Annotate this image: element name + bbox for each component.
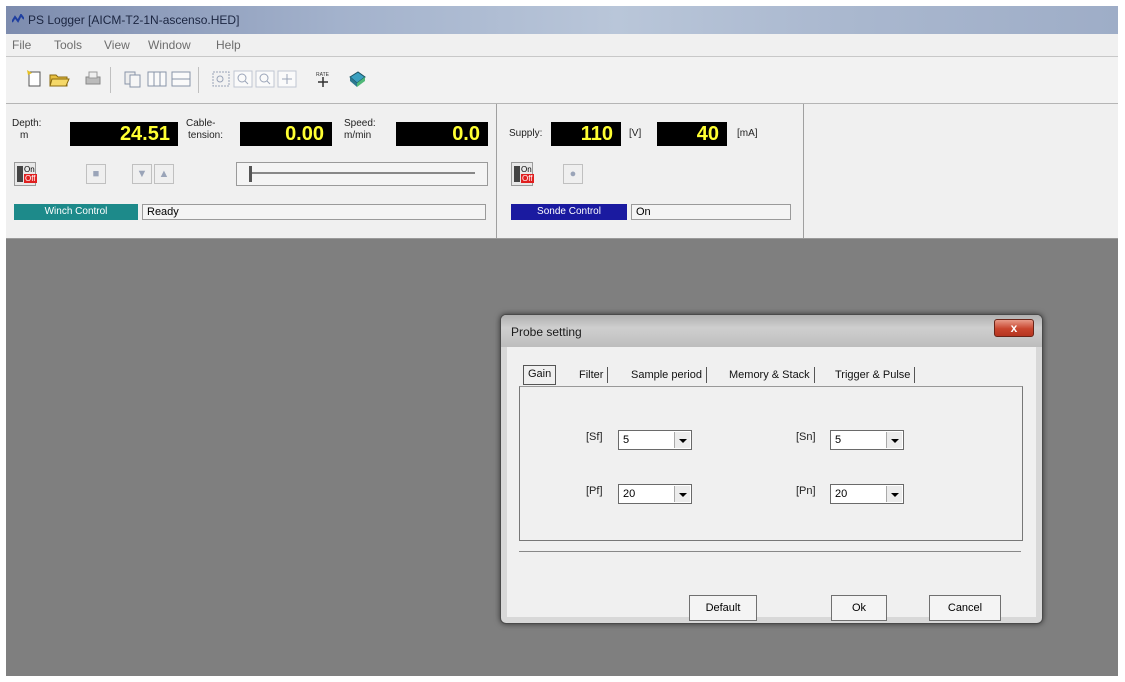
close-button[interactable]: x bbox=[994, 319, 1034, 337]
speed-slider[interactable] bbox=[236, 162, 488, 186]
dialog-separator bbox=[519, 551, 1021, 552]
pf-label: [Pf] bbox=[586, 485, 603, 497]
cable-tension-display: 0.00 bbox=[240, 122, 332, 146]
supply-label: Supply: bbox=[509, 128, 543, 139]
sn-label: [Sn] bbox=[796, 431, 816, 443]
new-icon[interactable] bbox=[24, 69, 46, 89]
current-display: 40 bbox=[657, 122, 727, 146]
depth-display: 24.51 bbox=[70, 122, 178, 146]
menu-tools[interactable]: Tools bbox=[54, 38, 82, 52]
record-button[interactable]: ● bbox=[563, 164, 583, 184]
slider-track bbox=[249, 172, 475, 174]
controls-area: Depth: m 24.51 Cable- tension: 0.00 Spee… bbox=[6, 104, 1118, 239]
chevron-down-icon[interactable] bbox=[674, 432, 690, 448]
tab-gain[interactable]: Gain bbox=[523, 365, 557, 385]
layout-icon[interactable] bbox=[146, 69, 168, 89]
print-icon[interactable] bbox=[82, 69, 104, 89]
sonde-panel: Supply: 110 [V] 40 [mA] On Off ● Sonde C… bbox=[497, 104, 804, 238]
tab-sample-period[interactable]: Sample period bbox=[627, 367, 707, 383]
voltage-unit: [V] bbox=[629, 128, 642, 139]
rate-icon[interactable]: RATE bbox=[312, 69, 334, 89]
depth-unit: m bbox=[20, 130, 29, 141]
title-bar: PS Logger [AICM-T2-1N-ascenso.HED] bbox=[6, 6, 1118, 34]
menu-view[interactable]: View bbox=[104, 38, 130, 52]
select-icon[interactable] bbox=[210, 69, 232, 89]
depth-label: Depth: bbox=[12, 118, 42, 129]
chevron-down-icon[interactable] bbox=[886, 432, 902, 448]
pn-label: [Pn] bbox=[796, 485, 816, 497]
chevron-down-icon[interactable] bbox=[674, 486, 690, 502]
menu-bar: File Tools View Window Help bbox=[6, 34, 1118, 57]
tab-filter[interactable]: Filter bbox=[575, 367, 609, 383]
sf-label: [Sf] bbox=[586, 431, 603, 443]
default-button[interactable]: Default bbox=[689, 595, 757, 621]
window-title: PS Logger [AICM-T2-1N-ascenso.HED] bbox=[28, 13, 240, 27]
chevron-down-icon[interactable] bbox=[886, 486, 902, 502]
plus-icon[interactable] bbox=[276, 69, 298, 89]
cancel-button[interactable]: Cancel bbox=[929, 595, 1001, 621]
dialog-title: Probe setting bbox=[511, 325, 582, 339]
export-icon[interactable] bbox=[346, 69, 368, 89]
app-icon bbox=[12, 14, 24, 23]
dialog-title-bar[interactable]: Probe setting x bbox=[501, 315, 1042, 347]
sonde-control-tag: Sonde Control bbox=[511, 204, 627, 220]
switch-icon bbox=[17, 166, 23, 182]
current-unit: [mA] bbox=[737, 128, 758, 139]
sn-select[interactable]: 5 bbox=[830, 430, 904, 450]
speed-label: Speed: bbox=[344, 118, 376, 129]
speed-display: 0.0 bbox=[396, 122, 488, 146]
cable-label-2: tension: bbox=[188, 130, 224, 141]
toolbar: RATE bbox=[6, 57, 1118, 104]
menu-file[interactable]: File bbox=[12, 38, 31, 52]
winch-status: Ready bbox=[142, 204, 486, 220]
winch-on-off-button[interactable]: On Off bbox=[14, 162, 37, 186]
tab-memory-stack[interactable]: Memory & Stack bbox=[725, 367, 815, 383]
split-icon[interactable] bbox=[170, 69, 192, 89]
speed-unit: m/min bbox=[344, 130, 372, 141]
down-button[interactable]: ▼ bbox=[132, 164, 152, 184]
cable-label: Cable- bbox=[186, 118, 216, 129]
gain-tab-panel: [Sf] 5 [Sn] 5 [Pf] 20 [Pn] 20 bbox=[519, 386, 1023, 541]
menu-help[interactable]: Help bbox=[216, 38, 241, 52]
close-icon: x bbox=[1010, 321, 1018, 335]
toolbar-separator bbox=[198, 67, 199, 93]
slider-thumb[interactable] bbox=[249, 166, 252, 182]
switch-icon bbox=[514, 166, 520, 182]
toolbar-separator bbox=[110, 67, 111, 93]
up-button[interactable]: ▲ bbox=[154, 164, 174, 184]
probe-setting-dialog: Probe setting x Gain Filter Sample perio… bbox=[500, 314, 1043, 624]
zoom-in-icon[interactable] bbox=[232, 69, 254, 89]
sf-select[interactable]: 5 bbox=[618, 430, 692, 450]
voltage-display: 110 bbox=[551, 122, 621, 146]
ok-button[interactable]: Ok bbox=[831, 595, 887, 621]
open-icon[interactable] bbox=[48, 69, 70, 89]
winch-control-tag: Winch Control bbox=[14, 204, 138, 220]
tab-trigger-pulse[interactable]: Trigger & Pulse bbox=[831, 367, 916, 383]
copy-icon[interactable] bbox=[122, 69, 144, 89]
pn-select[interactable]: 20 bbox=[830, 484, 904, 504]
menu-window[interactable]: Window bbox=[148, 38, 191, 52]
sonde-on-off-button[interactable]: On Off bbox=[511, 162, 534, 186]
stop-button[interactable]: ■ bbox=[86, 164, 106, 184]
winch-panel: Depth: m 24.51 Cable- tension: 0.00 Spee… bbox=[6, 104, 497, 238]
zoom-out-icon[interactable] bbox=[254, 69, 276, 89]
dialog-body: Gain Filter Sample period Memory & Stack… bbox=[507, 347, 1036, 621]
sonde-status: On bbox=[631, 204, 791, 220]
pf-select[interactable]: 20 bbox=[618, 484, 692, 504]
